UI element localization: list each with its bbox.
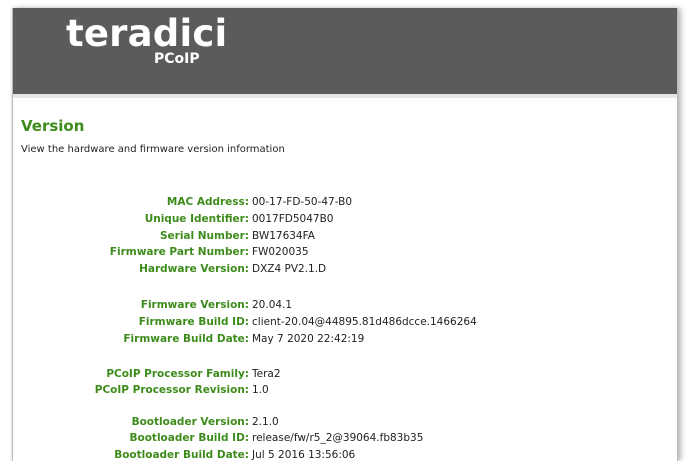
firmware-part-number-value: FW020035: [252, 246, 309, 258]
firmware-build-date-value: May 7 2020 22:42:19: [252, 333, 365, 345]
bootloader-version-value: 2.1.0: [252, 416, 279, 428]
info-row-mac-address: MAC Address: 00-17-FD-50-47-B0: [13, 195, 677, 210]
firmware-version-value: 20.04.1: [252, 299, 293, 311]
info-row-pcoip-processor-family: PCoIP Processor Family: Tera2: [13, 367, 677, 382]
logo-product-name: PCoIP: [154, 51, 200, 67]
firmware-build-id-label: Firmware Build ID:: [138, 316, 249, 328]
bootloader-build-id-value: release/fw/r5_2@39064.fb83b35: [252, 432, 424, 444]
pcoip-processor-family-value: Tera2: [252, 368, 281, 380]
page-description: View the hardware and firmware version i…: [21, 144, 285, 155]
mac-address-label: MAC Address:: [166, 196, 249, 208]
firmware-part-number-label: Firmware Part Number:: [109, 246, 249, 258]
info-row-serial-number: Serial Number: BW17634FA: [13, 229, 677, 244]
info-row-firmware-build-id: Firmware Build ID: client-20.04@44895.81…: [13, 315, 677, 330]
registered-mark: ®: [203, 41, 209, 48]
pcoip-processor-family-label: PCoIP Processor Family:: [106, 368, 249, 380]
browser-page-frame: teradici ® PCoIP Version View the hardwa…: [12, 8, 678, 461]
bootloader-build-date-label: Bootloader Build Date:: [114, 449, 249, 461]
info-row-bootloader-build-id: Bootloader Build ID: release/fw/r5_2@390…: [13, 431, 677, 446]
info-row-bootloader-version: Bootloader Version: 2.1.0: [13, 415, 677, 430]
firmware-version-label: Firmware Version:: [140, 299, 249, 311]
pcoip-processor-revision-value: 1.0: [252, 384, 269, 396]
serial-number-value: BW17634FA: [252, 230, 315, 242]
firmware-build-id-value: client-20.04@44895.81d486dcce.1466264: [252, 316, 477, 328]
info-row-firmware-build-date: Firmware Build Date: May 7 2020 22:42:19: [13, 332, 677, 347]
hardware-version-label: Hardware Version:: [139, 263, 249, 275]
header-divider: [13, 94, 677, 98]
firmware-build-date-label: Firmware Build Date:: [123, 333, 249, 345]
mac-address-value: 00-17-FD-50-47-B0: [252, 196, 353, 208]
unique-identifier-label: Unique Identifier:: [144, 213, 249, 225]
page-title: Version: [21, 117, 85, 135]
bootloader-build-id-label: Bootloader Build ID:: [129, 432, 250, 444]
bootloader-build-date-value: Jul 5 2016 13:56:06: [252, 449, 356, 461]
logo-wordmark: teradici: [66, 12, 228, 55]
serial-number-label: Serial Number:: [159, 230, 249, 242]
hardware-version-value: DXZ4 PV2.1.D: [252, 263, 327, 275]
info-row-firmware-part-number: Firmware Part Number: FW020035: [13, 245, 677, 260]
info-row-pcoip-processor-revision: PCoIP Processor Revision: 1.0: [13, 383, 677, 398]
info-row-bootloader-build-date: Bootloader Build Date: Jul 5 2016 13:56:…: [13, 448, 677, 461]
page-header: teradici ® PCoIP: [13, 8, 677, 94]
teradici-logo: teradici ® PCoIP: [66, 12, 227, 72]
info-row-hardware-version: Hardware Version: DXZ4 PV2.1.D: [13, 262, 677, 277]
bootloader-version-label: Bootloader Version:: [131, 416, 249, 428]
info-row-unique-identifier: Unique Identifier: 0017FD5047B0: [13, 212, 677, 227]
info-row-firmware-version: Firmware Version: 20.04.1: [13, 298, 677, 313]
unique-identifier-value: 0017FD5047B0: [252, 213, 334, 225]
pcoip-processor-revision-label: PCoIP Processor Revision:: [94, 384, 249, 396]
